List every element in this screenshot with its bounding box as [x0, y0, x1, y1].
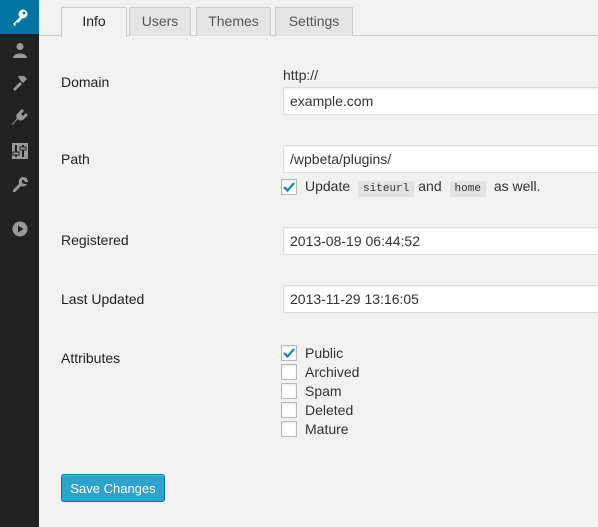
attribute-public: Public — [281, 344, 343, 362]
attribute-deleted: Deleted — [281, 401, 353, 419]
deleted-checkbox[interactable] — [281, 402, 297, 418]
play-icon — [12, 221, 28, 237]
home-code: home — [449, 180, 486, 197]
sidebar-item-tools[interactable] — [0, 134, 39, 168]
key-icon — [11, 8, 29, 26]
tab-settings[interactable]: Settings — [275, 7, 353, 36]
public-label: Public — [305, 345, 344, 361]
domain-input[interactable] — [283, 87, 598, 115]
save-changes-button[interactable]: Save Changes — [61, 474, 165, 502]
last-updated-input[interactable] — [283, 285, 598, 313]
sidebar-item-sites[interactable] — [0, 0, 39, 34]
attribute-mature: Mature — [281, 420, 349, 438]
spam-label: Spam — [305, 383, 342, 399]
update-text: Update siteurl and home as well. — [305, 178, 541, 197]
sidebar-item-users[interactable] — [0, 33, 39, 67]
tab-themes[interactable]: Themes — [196, 7, 271, 36]
attribute-archived: Archived — [281, 363, 359, 381]
registered-input[interactable] — [283, 227, 598, 255]
update-siteurl-checkbox[interactable] — [281, 179, 297, 195]
attributes-label: Attributes — [61, 350, 121, 366]
wrench-icon — [12, 177, 28, 193]
user-icon — [12, 42, 28, 58]
deleted-label: Deleted — [305, 402, 354, 418]
tab-info[interactable]: Info — [61, 7, 127, 37]
update-text-2: and — [418, 177, 442, 194]
update-text-3: as well. — [493, 177, 541, 194]
admin-sidebar — [0, 0, 39, 527]
path-input[interactable] — [283, 145, 598, 173]
mature-checkbox[interactable] — [281, 421, 297, 437]
domain-label: Domain — [61, 74, 110, 90]
checkmark-icon — [283, 348, 295, 359]
nav-tabs: Info Users Themes Settings — [39, 0, 598, 37]
sidebar-collapse-button[interactable] — [0, 212, 39, 246]
sidebar-item-themes[interactable] — [0, 66, 39, 100]
archived-label: Archived — [305, 364, 360, 380]
public-checkbox[interactable] — [281, 345, 297, 361]
mature-label: Mature — [305, 421, 349, 437]
registered-label: Registered — [61, 232, 129, 248]
sidebar-item-settings[interactable] — [0, 168, 39, 202]
domain-prefix: http:// — [283, 67, 319, 83]
hammer-icon — [11, 74, 29, 92]
settings-sliders-icon — [11, 143, 28, 159]
last-updated-label: Last Updated — [61, 291, 145, 307]
attribute-spam: Spam — [281, 382, 342, 400]
path-label: Path — [61, 151, 90, 167]
plugin-icon — [11, 108, 29, 126]
update-text-1: Update — [305, 177, 351, 194]
archived-checkbox[interactable] — [281, 364, 297, 380]
spam-checkbox[interactable] — [281, 383, 297, 399]
update-siteurl-option: Update siteurl and home as well. — [281, 178, 541, 197]
checkmark-icon — [283, 182, 295, 193]
tab-users[interactable]: Users — [129, 7, 191, 36]
siteurl-code: siteurl — [358, 180, 415, 197]
sidebar-item-plugins[interactable] — [0, 100, 39, 134]
